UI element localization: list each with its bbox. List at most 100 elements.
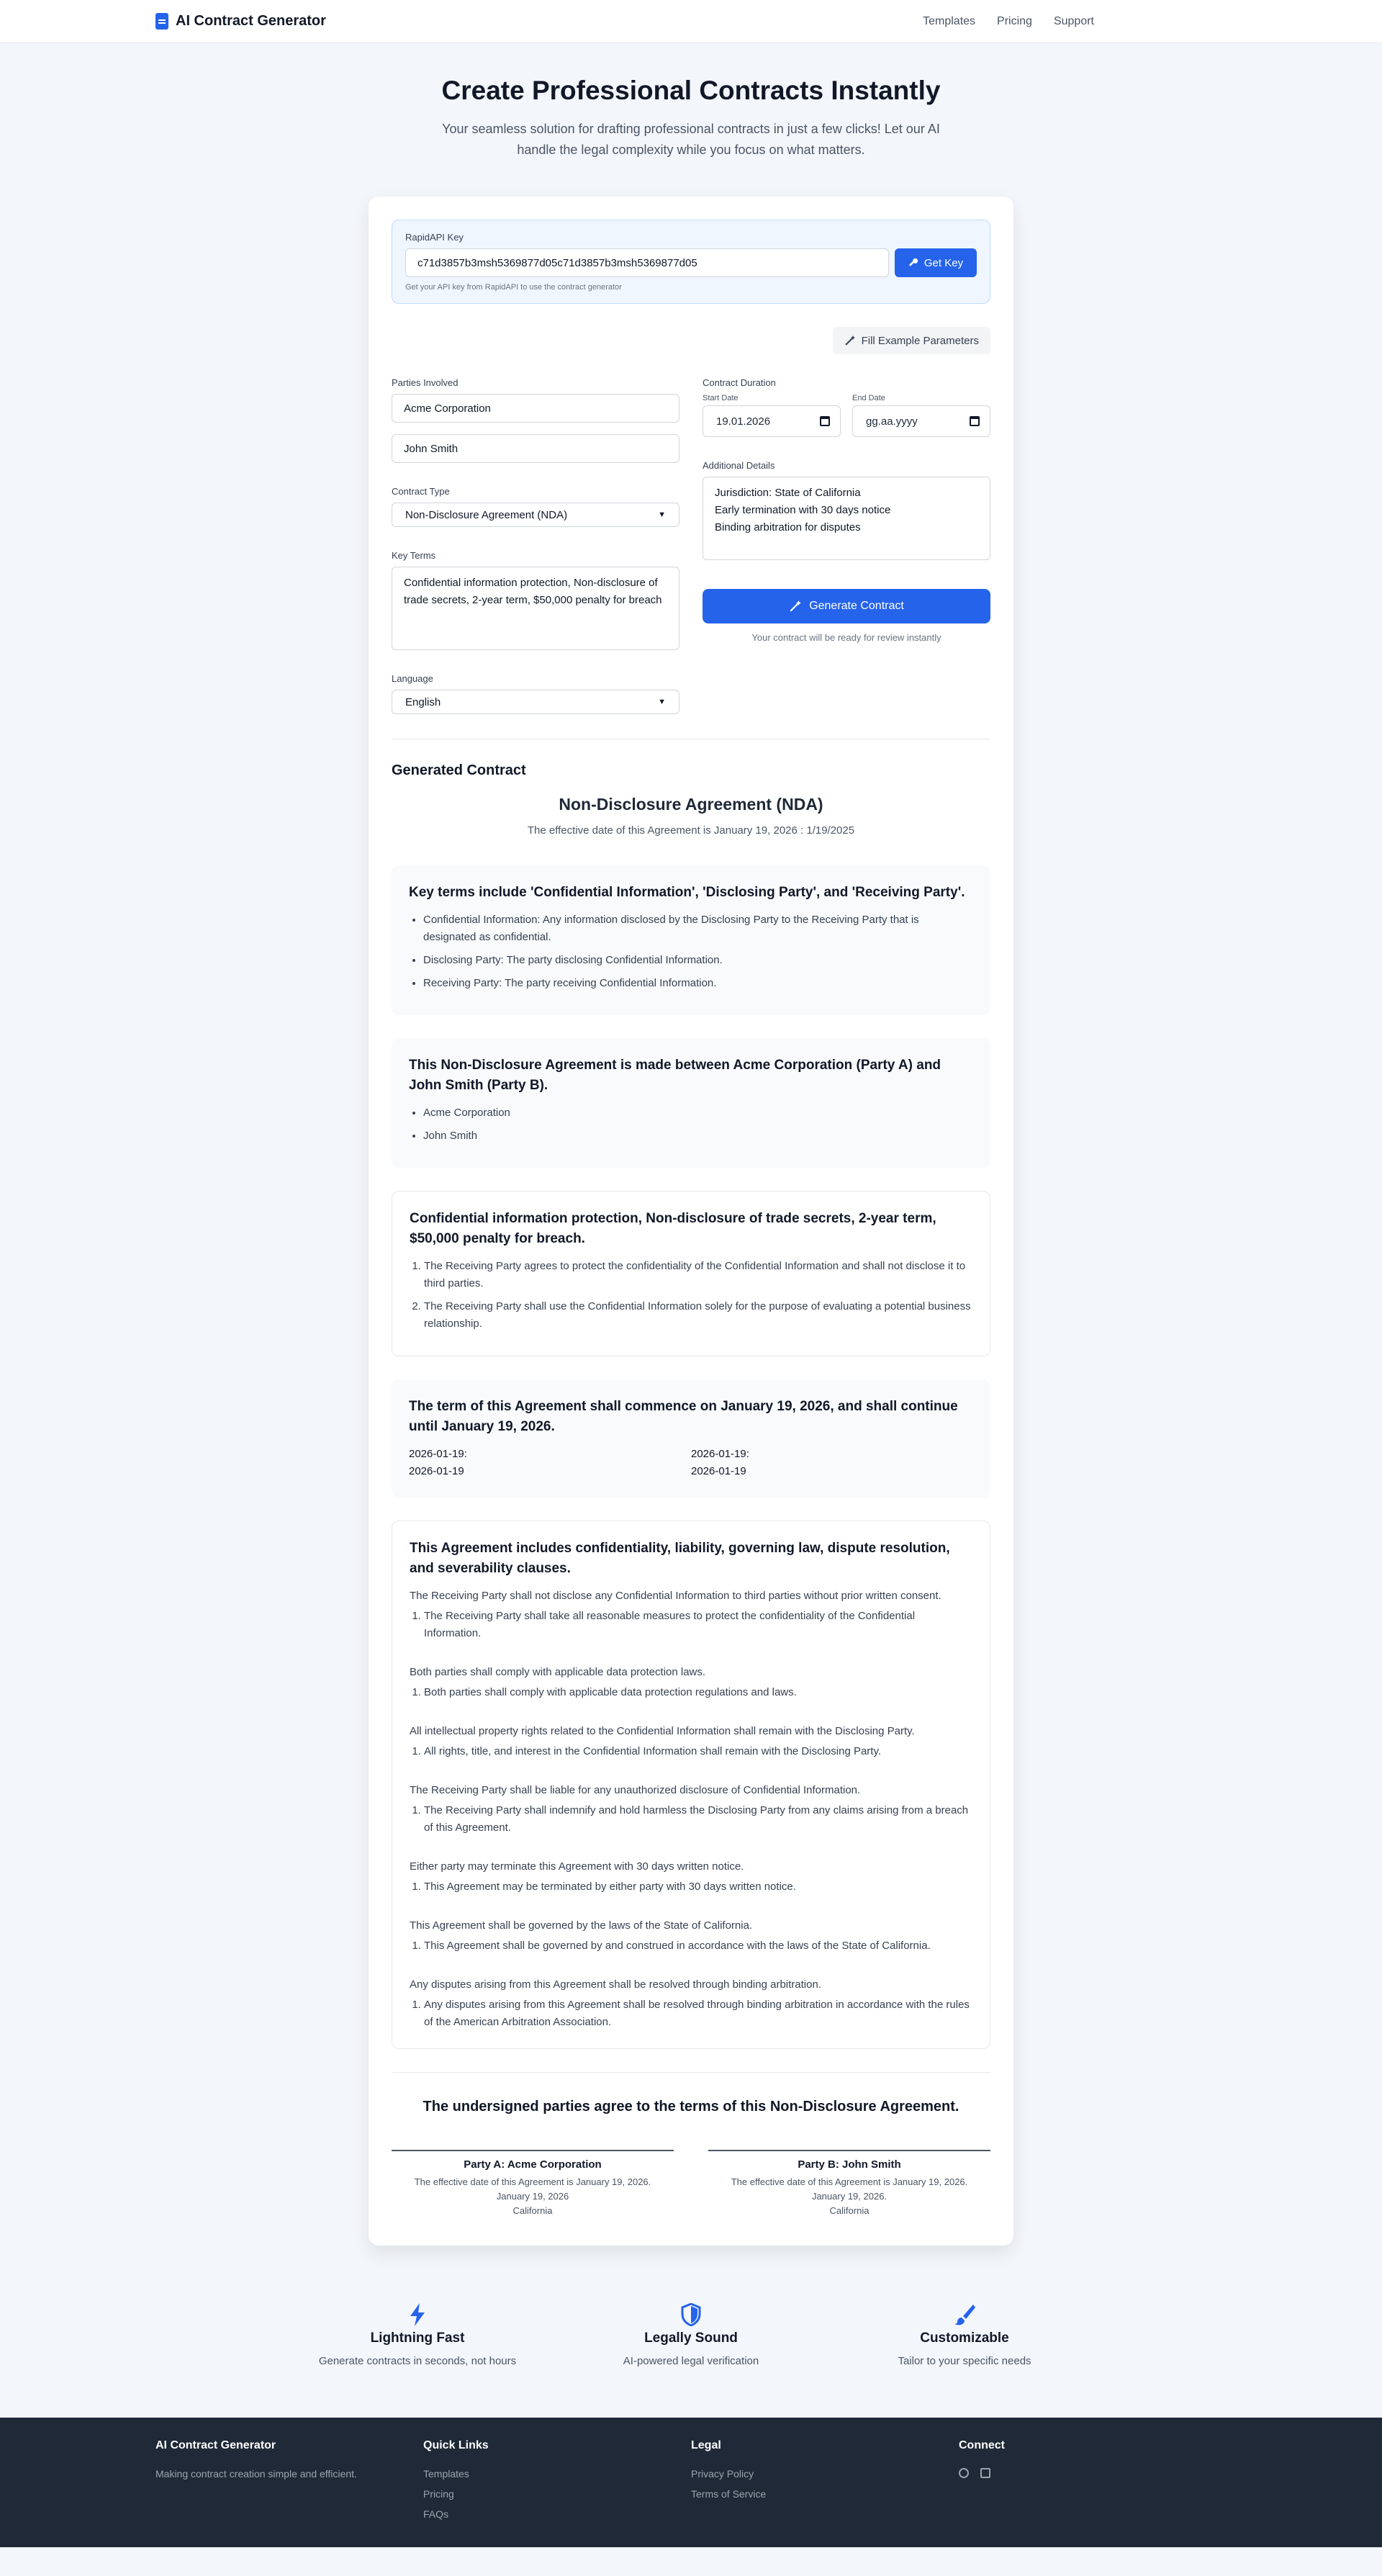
key-terms-textarea[interactable]: Confidential information protection, Non… xyxy=(392,567,679,650)
page-subtitle: Your seamless solution for drafting prof… xyxy=(442,122,940,157)
list-item: The Receiving Party shall use the Confid… xyxy=(424,1298,972,1333)
nav-support[interactable]: Support xyxy=(1054,15,1094,28)
contract-type-select[interactable]: Non-Disclosure Agreement (NDA) ▼ xyxy=(392,503,679,527)
form-left: Parties Involved Acme Corporation John S… xyxy=(392,377,679,714)
api-key-panel: RapidAPI Key c71d3857b3msh5369877d05c71d… xyxy=(392,220,990,304)
nav-pricing[interactable]: Pricing xyxy=(997,15,1032,28)
clause-text: This Agreement shall be governed by the … xyxy=(410,1919,753,1932)
parties-title: This Non-Disclosure Agreement is made be… xyxy=(409,1058,941,1093)
end-date-value: gg.aa.yyyy xyxy=(866,415,918,428)
fill-example-label: Fill Example Parameters xyxy=(861,334,979,347)
form-grid: Parties Involved Acme Corporation John S… xyxy=(392,377,990,714)
clause-subitem: This Agreement shall be governed by and … xyxy=(424,1937,972,1955)
clause: Either party may terminate this Agreemen… xyxy=(410,1858,972,1896)
api-key-hint: Get your API key from RapidAPI to use th… xyxy=(405,283,622,292)
get-key-label: Get Key xyxy=(923,256,964,269)
generate-label: Generate Contract xyxy=(809,600,904,612)
feature-title: Customizable xyxy=(920,2330,1009,2346)
signature-line: The effective date of this Agreement is … xyxy=(414,2176,651,2187)
list-item: Disclosing Party: The party disclosing C… xyxy=(423,952,973,969)
generated-heading: Generated Contract xyxy=(392,762,526,778)
additional-details-textarea[interactable]: Jurisdiction: State of California Early … xyxy=(703,477,990,560)
clause-text: The Receiving Party shall not disclose a… xyxy=(410,1590,941,1602)
footer-link-terms[interactable]: Terms of Service xyxy=(691,2488,959,2500)
clauses-section: This Agreement includes confidentiality,… xyxy=(392,1521,990,2049)
signature-line: January 19, 2026 xyxy=(496,2191,569,2202)
generate-contract-button[interactable]: Generate Contract xyxy=(703,589,990,623)
footer-brand: AI Contract Generator xyxy=(155,2439,276,2451)
get-key-button[interactable]: Get Key xyxy=(895,248,977,277)
footer-link-faqs[interactable]: FAQs xyxy=(423,2508,691,2520)
calendar-icon[interactable] xyxy=(820,416,830,426)
signature-name: Party A: Acme Corporation xyxy=(464,2158,602,2171)
list-item: Receiving Party: The party receiving Con… xyxy=(423,975,973,992)
features: Lightning Fast Generate contracts in sec… xyxy=(0,2246,1382,2418)
start-date-value: 19.01.2026 xyxy=(716,415,771,428)
generator-card: RapidAPI Key c71d3857b3msh5369877d05c71d… xyxy=(369,197,1013,2246)
feature-title: Legally Sound xyxy=(644,2330,738,2346)
chevron-down-icon: ▼ xyxy=(658,698,666,706)
clause-subitem: Both parties shall comply with applicabl… xyxy=(424,1684,972,1701)
definitions-title: Key terms include 'Confidential Informat… xyxy=(409,885,965,900)
start-date-input[interactable]: 19.01.2026 xyxy=(703,405,841,437)
additional-label: Additional Details xyxy=(703,460,775,471)
clause: This Agreement shall be governed by the … xyxy=(410,1917,972,1955)
footer: AI Contract Generator Making contract cr… xyxy=(0,2418,1382,2547)
clause: Any disputes arising from this Agreement… xyxy=(410,1976,972,2031)
nav-links: Templates Pricing Support xyxy=(923,15,1094,28)
clauses-title: This Agreement includes confidentiality,… xyxy=(410,1541,950,1576)
end-date-input[interactable]: gg.aa.yyyy xyxy=(852,405,990,437)
footer-heading: Quick Links xyxy=(423,2439,489,2451)
footer-link-pricing[interactable]: Pricing xyxy=(423,2488,691,2500)
shield-icon xyxy=(681,2303,701,2326)
date-cell: 2026-01-19: xyxy=(691,1448,749,1460)
clause: The Receiving Party shall be liable for … xyxy=(410,1782,972,1837)
calendar-icon[interactable] xyxy=(970,416,980,426)
footer-link-templates[interactable]: Templates xyxy=(423,2468,691,2480)
terms-title: Confidential information protection, Non… xyxy=(410,1211,936,1246)
clause-text: Any disputes arising from this Agreement… xyxy=(410,1978,821,1991)
api-key-input[interactable]: c71d3857b3msh5369877d05c71d3857b3msh5369… xyxy=(405,248,889,277)
signature-party-b: Party B: John Smith The effective date o… xyxy=(708,2150,990,2218)
key-icon xyxy=(908,258,918,266)
duration-label: Contract Duration xyxy=(703,377,776,388)
agreement-statement: The undersigned parties agree to the ter… xyxy=(423,2099,959,2115)
clause: The Receiving Party shall not disclose a… xyxy=(410,1588,972,1642)
language-select[interactable]: English ▼ xyxy=(392,690,679,714)
footer-link-privacy[interactable]: Privacy Policy xyxy=(691,2468,959,2480)
divider xyxy=(392,2072,990,2073)
key-terms-label: Key Terms xyxy=(392,550,436,561)
magic-wand-icon xyxy=(790,600,802,612)
clause-subitem: The Receiving Party shall take all reaso… xyxy=(424,1608,972,1642)
feature-text: AI-powered legal verification xyxy=(623,2355,759,2367)
contract-title: Non-Disclosure Agreement (NDA) xyxy=(559,795,823,814)
end-date-label: End Date xyxy=(852,394,885,402)
top-nav: AI Contract Generator Templates Pricing … xyxy=(0,0,1382,43)
github-icon[interactable] xyxy=(959,2468,969,2478)
clause-subitem: This Agreement may be terminated by eith… xyxy=(424,1878,972,1896)
magic-wand-icon xyxy=(844,335,855,346)
date-cell: 2026-01-19: xyxy=(409,1448,467,1460)
signature-name: Party B: John Smith xyxy=(798,2158,901,2171)
contract-effective-date: The effective date of this Agreement is … xyxy=(527,824,855,837)
list-item: The Receiving Party agrees to protect th… xyxy=(424,1258,972,1292)
linkedin-icon[interactable] xyxy=(980,2468,990,2478)
generated-contract: Generated Contract Non-Disclosure Agreem… xyxy=(392,762,990,2218)
signatures: Party A: Acme Corporation The effective … xyxy=(392,2150,990,2218)
hero: Create Professional Contracts Instantly … xyxy=(0,43,1382,161)
brand[interactable]: AI Contract Generator xyxy=(155,13,326,30)
clause-subitem: Any disputes arising from this Agreement… xyxy=(424,1996,972,2031)
language-label: Language xyxy=(392,673,433,684)
clause-subitem: The Receiving Party shall indemnify and … xyxy=(424,1802,972,1837)
generate-note: Your contract will be ready for review i… xyxy=(751,632,941,643)
party-a-input[interactable]: Acme Corporation xyxy=(392,394,679,423)
fill-example-button[interactable]: Fill Example Parameters xyxy=(832,327,990,354)
parties-section: This Non-Disclosure Agreement is made be… xyxy=(392,1038,990,1168)
contract-type-value: Non-Disclosure Agreement (NDA) xyxy=(405,508,568,521)
chevron-down-icon: ▼ xyxy=(658,510,666,519)
footer-tagline: Making contract creation simple and effi… xyxy=(155,2468,357,2480)
footer-legal: Legal Privacy Policy Terms of Service xyxy=(691,2439,959,2547)
nav-templates[interactable]: Templates xyxy=(923,15,975,28)
footer-heading: Legal xyxy=(691,2439,721,2451)
party-b-input[interactable]: John Smith xyxy=(392,434,679,463)
